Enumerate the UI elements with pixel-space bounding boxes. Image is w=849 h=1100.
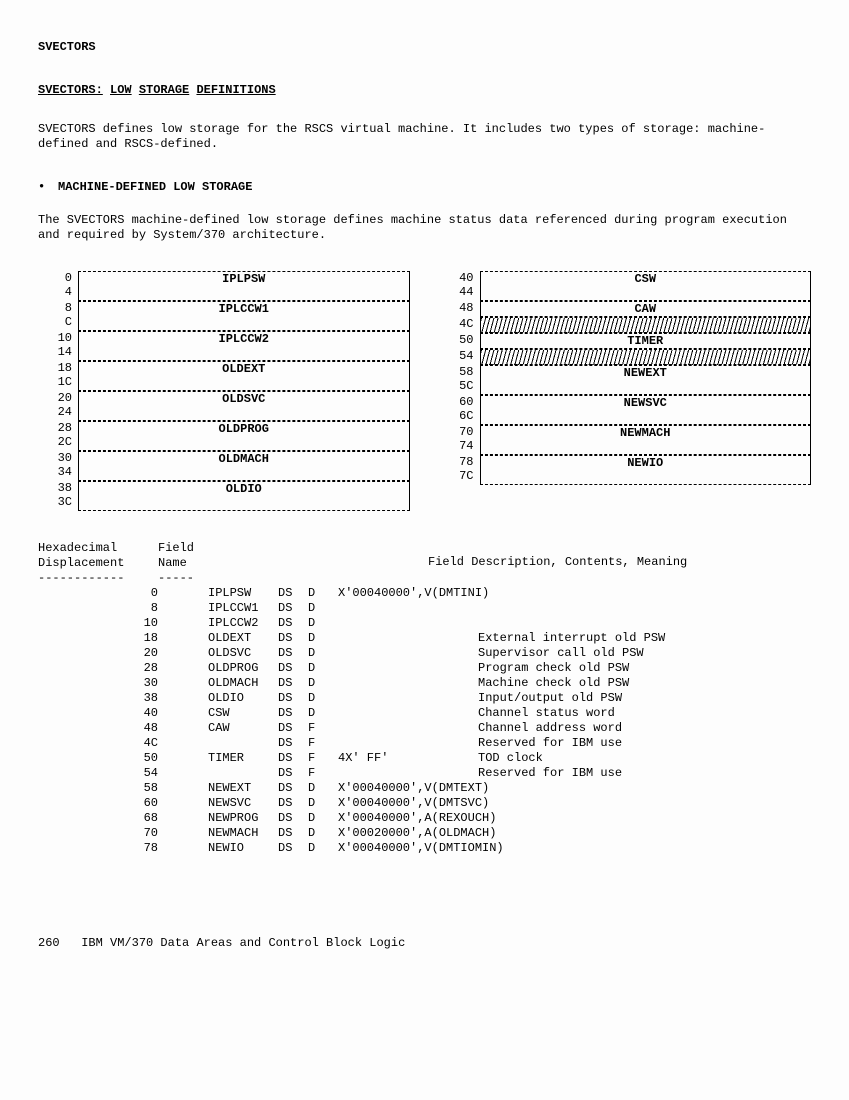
offset-label: 1014 (38, 331, 78, 361)
bullet-icon: • (38, 180, 58, 195)
table-row: 50TIMERDSF4X' FF'TOD clock (38, 751, 811, 766)
table-row: 54DSFReserved for IBM use (38, 766, 811, 781)
table-row: 8IPLCCW1DSD (38, 601, 811, 616)
offset-label: 2024 (38, 391, 78, 421)
offset-label: 606C (440, 395, 480, 425)
table-row: 38OLDIODSDInput/output old PSW (38, 691, 811, 706)
table-row: 28OLDPROGDSDProgram check old PSW (38, 661, 811, 676)
table-row: 70NEWMACHDSDX'00020000',A(OLDMACH) (38, 826, 811, 841)
table-row: 78NEWIODSDX'00040000',V(DMTIOMIN) (38, 841, 811, 856)
table-row: 40CSWDSDChannel status word (38, 706, 811, 721)
page-footer: 260 IBM VM/370 Data Areas and Control Bl… (38, 936, 811, 951)
offset-label: 4C (440, 317, 480, 333)
storage-field: TIMER (480, 334, 812, 349)
section-paragraph: The SVECTORS machine-defined low storage… (38, 213, 811, 243)
storage-field: CSW (480, 272, 812, 301)
storage-field: NEWSVC (480, 396, 812, 425)
storage-field (480, 318, 812, 333)
table-row: 4CDSFReserved for IBM use (38, 736, 811, 751)
offset-label: 282C (38, 421, 78, 451)
offset-label: 787C (440, 455, 480, 485)
section-title: SVECTORS: LOW STORAGE DEFINITIONS (38, 83, 811, 98)
table-row: 20OLDSVCDSDSupervisor call old PSW (38, 646, 811, 661)
footer-title: IBM VM/370 Data Areas and Control Block … (81, 936, 405, 950)
table-row: 18OLDEXTDSDExternal interrupt old PSW (38, 631, 811, 646)
storage-field: OLDIO (78, 482, 410, 511)
storage-field: IPLPSW (78, 272, 410, 301)
storage-field: NEWIO (480, 456, 812, 485)
storage-field: NEWMACH (480, 426, 812, 455)
storage-field: NEWEXT (480, 366, 812, 395)
divider: ------------ (38, 571, 158, 586)
table-row: 58NEWEXTDSDX'00040000',V(DMTEXT) (38, 781, 811, 796)
table-row: 30OLDMACHDSDMachine check old PSW (38, 676, 811, 691)
offset-label: 383C (38, 481, 78, 511)
divider: ----- (158, 571, 228, 586)
field-table: Hexadecimal Displacement Field Name Fiel… (38, 541, 811, 856)
offset-label: 4044 (440, 271, 480, 301)
subsection-title: MACHINE-DEFINED LOW STORAGE (58, 180, 252, 195)
storage-field: IPLCCW2 (78, 332, 410, 361)
table-header: Field Name (158, 541, 228, 571)
page-header: SVECTORS (38, 40, 811, 55)
offset-label: 48 (440, 301, 480, 317)
page-number: 260 (38, 936, 60, 950)
offset-label: 181C (38, 361, 78, 391)
title-word: DEFINITIONS (196, 83, 275, 97)
storage-field: OLDMACH (78, 452, 410, 481)
table-header: Hexadecimal Displacement (38, 541, 158, 571)
title-word: LOW (110, 83, 132, 97)
offset-label: 8C (38, 301, 78, 331)
title-word: SVECTORS: (38, 83, 103, 97)
storage-field (480, 350, 812, 365)
storage-field: OLDEXT (78, 362, 410, 391)
offset-label: 54 (440, 349, 480, 365)
offset-label: 50 (440, 333, 480, 349)
table-header: Field Description, Contents, Meaning (428, 541, 811, 571)
storage-diagram: 04IPLPSW8CIPLCCW11014IPLCCW2181COLDEXT20… (38, 271, 811, 511)
storage-field: CAW (480, 302, 812, 317)
title-word: STORAGE (139, 83, 189, 97)
table-row: 68NEWPROGDSDX'00040000',A(REXOUCH) (38, 811, 811, 826)
offset-label: 585C (440, 365, 480, 395)
table-row: 10IPLCCW2DSD (38, 616, 811, 631)
table-row: 48CAWDSFChannel address word (38, 721, 811, 736)
storage-field: OLDPROG (78, 422, 410, 451)
offset-label: 04 (38, 271, 78, 301)
storage-field: OLDSVC (78, 392, 410, 421)
table-row: 0IPLPSWDSDX'00040000',V(DMTINI) (38, 586, 811, 601)
intro-paragraph: SVECTORS defines low storage for the RSC… (38, 122, 811, 152)
offset-label: 3034 (38, 451, 78, 481)
storage-field: IPLCCW1 (78, 302, 410, 331)
offset-label: 7074 (440, 425, 480, 455)
table-row: 60NEWSVCDSDX'00040000',V(DMTSVC) (38, 796, 811, 811)
